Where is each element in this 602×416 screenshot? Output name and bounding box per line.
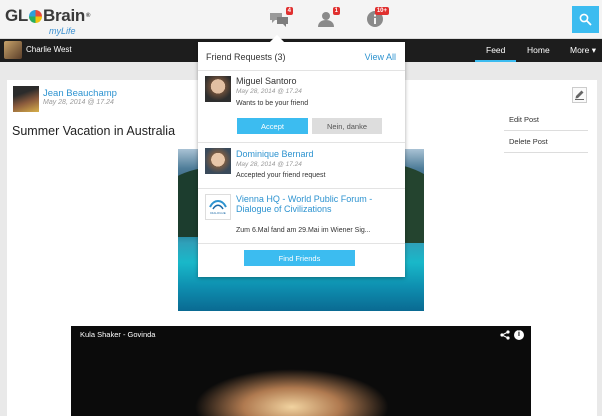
dialogue-logo-text: DIALOGUE xyxy=(210,211,226,215)
tab-feed[interactable]: Feed xyxy=(474,45,517,62)
friend-requests-notification-button[interactable]: 1 xyxy=(315,7,340,32)
request-message: Accepted your friend request xyxy=(236,172,326,179)
divider xyxy=(198,70,405,71)
divider xyxy=(198,243,405,244)
registered-mark: ® xyxy=(85,13,91,19)
messages-badge: 4 xyxy=(285,7,293,15)
info-badge: 10+ xyxy=(374,7,389,15)
organization-name-line1[interactable]: Vienna HQ - World Public Forum - xyxy=(236,194,372,204)
divider xyxy=(198,188,405,189)
friend-requests-dropdown: Friend Requests (3) View All Miguel Sant… xyxy=(198,42,405,277)
share-icon[interactable] xyxy=(500,330,510,340)
app-logo[interactable]: GL Brain ® myLife xyxy=(5,6,91,36)
logo-subtitle: myLife xyxy=(49,26,76,36)
video-player[interactable]: Kula Shaker - Govinda i xyxy=(71,326,531,416)
dialogue-logo-icon xyxy=(209,200,227,210)
pencil-icon xyxy=(575,90,584,100)
author-avatar[interactable] xyxy=(13,86,39,112)
view-all-link[interactable]: View All xyxy=(365,52,396,62)
logo-text-left: GL xyxy=(5,6,29,25)
search-button[interactable] xyxy=(572,6,599,33)
tab-more[interactable]: More ▾ xyxy=(570,45,596,56)
request-message: Wants to be your friend xyxy=(236,100,309,107)
requester-avatar[interactable] xyxy=(205,76,231,102)
request-timestamp: May 28, 2014 @ 17.24 xyxy=(236,161,302,168)
request-timestamp: May 28, 2014 @ 17.24 xyxy=(236,88,302,95)
tab-home[interactable]: Home xyxy=(527,45,550,55)
messages-notification-button[interactable]: 4 xyxy=(268,7,293,32)
user-avatar[interactable] xyxy=(4,41,22,59)
info-notification-button[interactable]: 10+ xyxy=(364,7,389,32)
logo-text-right: Brain xyxy=(43,6,85,25)
menu-item-delete-post[interactable]: Delete Post xyxy=(504,131,588,153)
divider xyxy=(198,142,405,143)
post-options-button[interactable] xyxy=(572,87,587,103)
find-friends-button[interactable]: Find Friends xyxy=(244,250,355,266)
decline-button[interactable]: Nein, danke xyxy=(312,118,382,134)
post-title: Summer Vacation in Australia xyxy=(12,124,176,138)
requester-name[interactable]: Dominique Bernard xyxy=(236,149,314,159)
post-author-link[interactable]: Jean Beauchamp xyxy=(43,88,117,99)
globe-icon xyxy=(29,9,43,23)
requester-avatar[interactable] xyxy=(205,148,231,174)
top-bar: GL Brain ® myLife 4 1 10+ xyxy=(0,0,602,39)
video-title[interactable]: Kula Shaker - Govinda xyxy=(80,330,155,339)
organization-name-line2[interactable]: Dialogue of Civilizations xyxy=(236,204,332,214)
requester-name[interactable]: Miguel Santoro xyxy=(236,76,297,86)
user-name[interactable]: Charlie West xyxy=(26,45,72,54)
friend-requests-title: Friend Requests (3) xyxy=(206,52,286,62)
friend-requests-badge: 1 xyxy=(332,7,340,15)
menu-item-edit-post[interactable]: Edit Post xyxy=(504,109,588,131)
accept-button[interactable]: Accept xyxy=(237,118,308,134)
search-icon xyxy=(579,13,592,26)
post-timestamp: May 28, 2014 @ 17.24 xyxy=(43,99,114,106)
video-info-icon[interactable]: i xyxy=(514,330,524,340)
post-options-menu: Edit Post Delete Post xyxy=(504,109,588,153)
organization-logo[interactable]: DIALOGUE xyxy=(205,194,231,220)
request-message: Zum 6.Mal fand am 29.Mai im Wiener Sig..… xyxy=(236,227,371,234)
